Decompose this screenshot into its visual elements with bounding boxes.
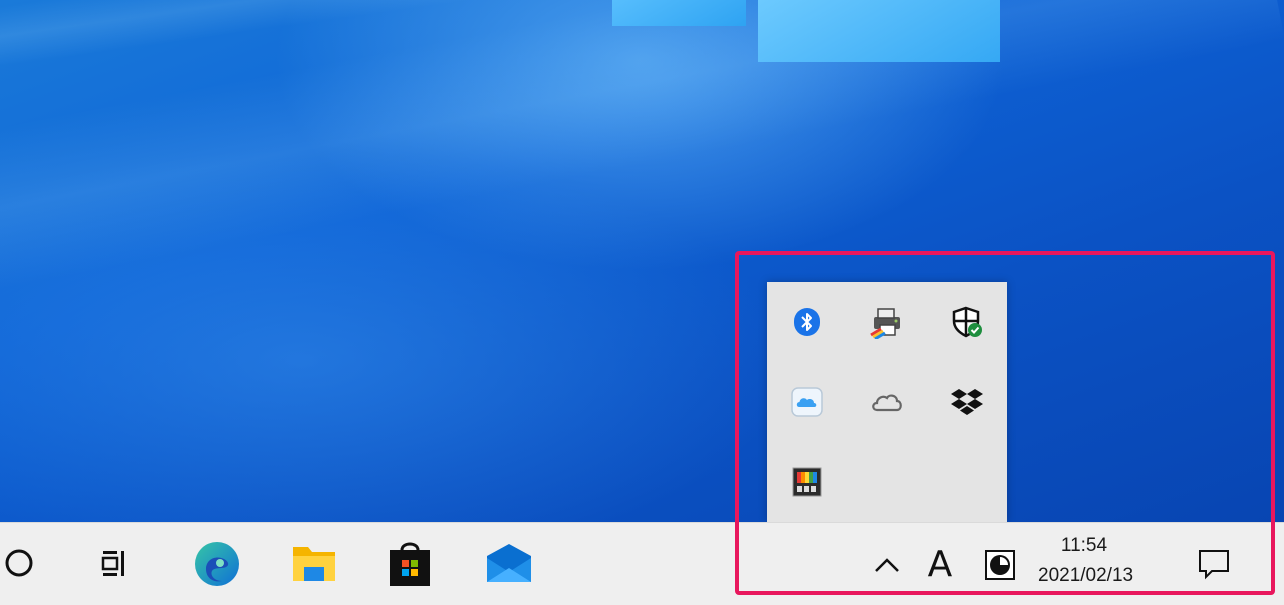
mail-icon[interactable] xyxy=(482,539,536,587)
edge-icon[interactable] xyxy=(190,537,244,591)
task-view-icon[interactable] xyxy=(92,543,136,583)
cortana-icon[interactable] xyxy=(0,543,38,583)
annotation-highlight-box xyxy=(735,251,1275,595)
windows-logo-pane-right xyxy=(758,0,1000,62)
windows-logo-pane-left xyxy=(612,0,746,26)
microsoft-store-icon[interactable] xyxy=(384,537,436,589)
file-explorer-icon[interactable] xyxy=(288,539,340,587)
